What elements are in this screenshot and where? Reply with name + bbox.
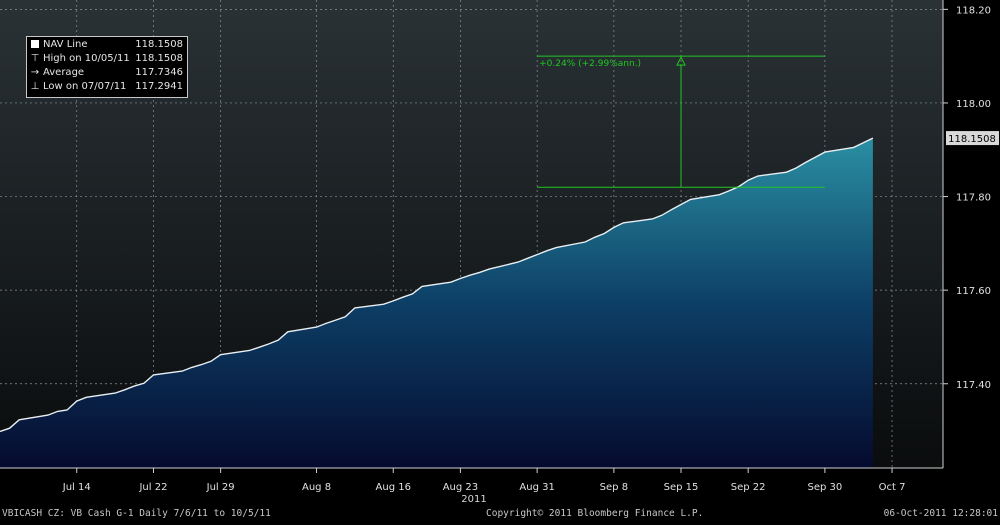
chart-stage: +0.24% (+2.99%ann.) 118.20 118.00 117.80 11…: [0, 0, 1000, 521]
legend-label: Average: [43, 67, 85, 78]
low-marker-icon: ⊥: [30, 81, 40, 92]
legend-value: 118.1508: [135, 39, 183, 50]
legend-value: 117.2941: [135, 81, 183, 92]
legend-label: High on 10/05/11: [43, 53, 130, 64]
footer-copyright: Copyright© 2011 Bloomberg Finance L.P.: [486, 508, 704, 519]
legend-row-low: ⊥ Low on 07/07/11 117.2941: [30, 80, 183, 93]
x-axis-year-label: 2011: [461, 494, 486, 505]
legend-row-high: ⊤ High on 10/05/11 118.1508: [30, 52, 183, 65]
x-tick-label: Sep 15: [664, 482, 699, 493]
x-tick-label: Oct 7: [879, 482, 906, 493]
last-value-label: 118.1508: [948, 134, 996, 145]
footer-timestamp: 06-Oct-2011 12:28:01: [883, 508, 998, 519]
x-tick-label: Jul 14: [62, 482, 91, 493]
annotation-label: +0.24% (+2.99%ann.): [539, 59, 641, 69]
x-tick-label: Sep 8: [600, 482, 628, 493]
x-tick-label: Aug 31: [519, 482, 554, 493]
legend-value: 117.7346: [135, 67, 183, 78]
legend: NAV Line 118.1508 ⊤ High on 10/05/11 118…: [26, 36, 188, 98]
x-tick-label: Sep 30: [808, 482, 843, 493]
last-value-tag: 118.1508: [946, 131, 999, 146]
x-tick-label: Aug 23: [443, 482, 478, 493]
y-tick-label: 118.20: [956, 5, 991, 16]
footer-bar: VBICASH CZ: VB Cash G-1 Daily 7/6/11 to …: [0, 506, 1000, 521]
x-tick-label: Jul 29: [206, 482, 235, 493]
x-tick-label: Sep 22: [731, 482, 766, 493]
legend-label: NAV Line: [43, 39, 88, 50]
x-tick-label: Aug 8: [302, 482, 331, 493]
y-axis-strip: [943, 0, 1000, 506]
legend-row-average: → Average 117.7346: [30, 66, 183, 79]
y-tick-label: 117.40: [956, 380, 991, 391]
high-marker-icon: ⊤: [30, 53, 40, 64]
footer-security-info: VBICASH CZ: VB Cash G-1 Daily 7/6/11 to …: [2, 508, 271, 519]
legend-value: 118.1508: [135, 53, 183, 64]
legend-label: Low on 07/07/11: [43, 81, 127, 92]
y-tick-label: 117.80: [956, 193, 991, 204]
y-tick-label: 117.60: [956, 286, 991, 297]
square-icon: [30, 38, 40, 52]
average-marker-icon: →: [30, 67, 40, 78]
x-tick-label: Jul 22: [138, 482, 167, 493]
y-tick-label: 118.00: [956, 99, 991, 110]
legend-row-nav: NAV Line 118.1508: [30, 38, 183, 51]
x-tick-label: Aug 16: [376, 482, 411, 493]
